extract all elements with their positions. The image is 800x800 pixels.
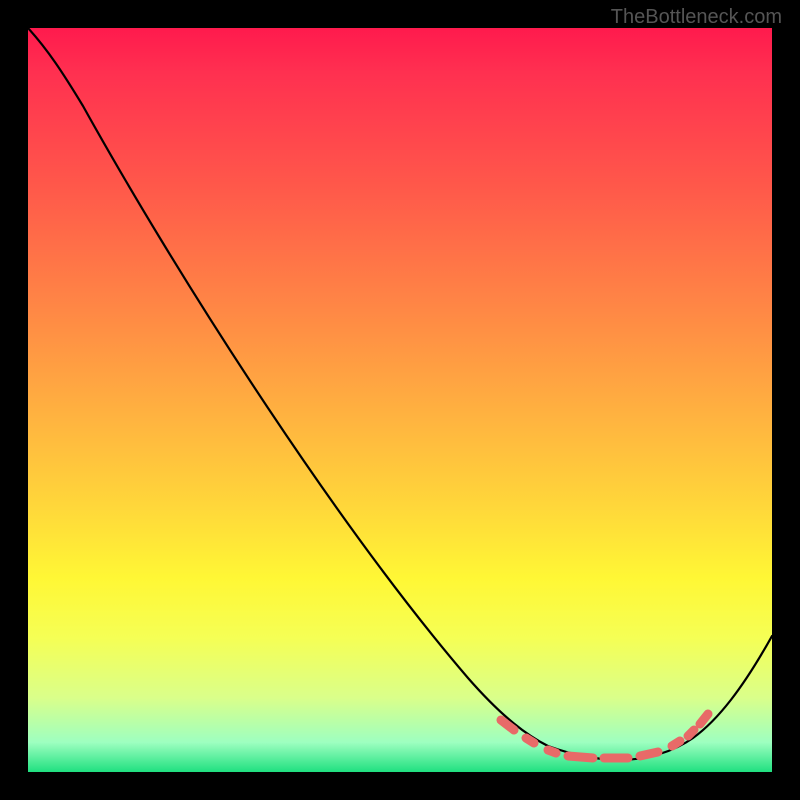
watermark-text: TheBottleneck.com xyxy=(611,6,782,29)
bottleneck-curve-line xyxy=(28,28,772,760)
chart-plot-area xyxy=(28,28,772,772)
bottleneck-curve-svg xyxy=(28,28,772,772)
